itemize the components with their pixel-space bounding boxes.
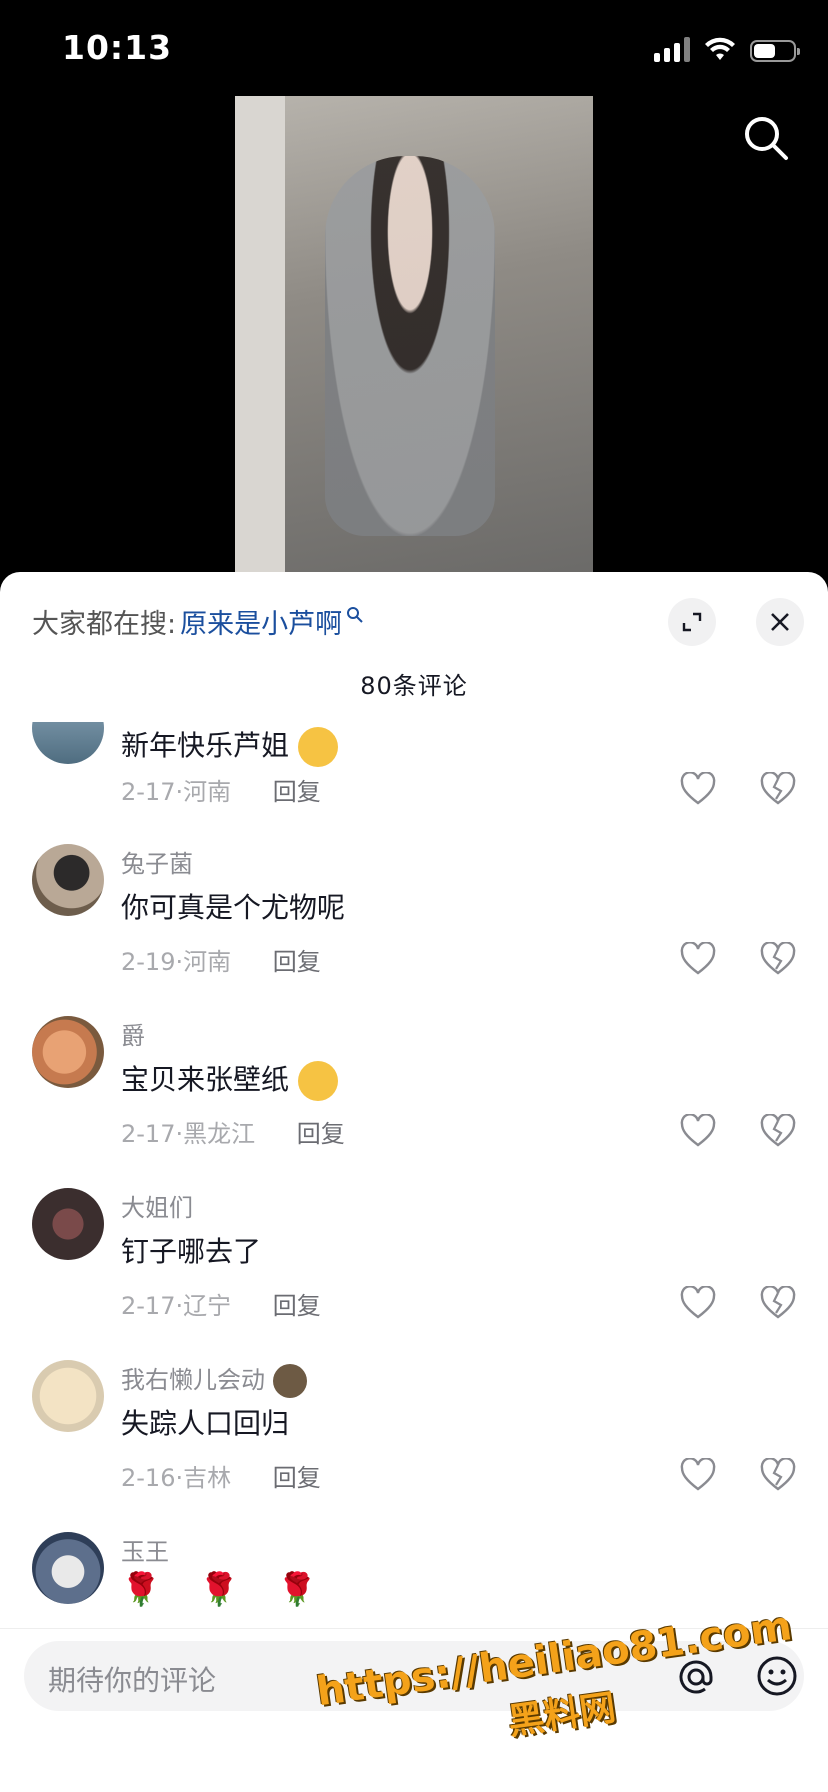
battery-level [754,44,775,58]
sloth-emoji-icon [272,1364,307,1398]
reply-button[interactable]: 回复 [273,1292,321,1320]
close-icon [771,613,789,631]
like-icon[interactable] [680,1286,716,1320]
comment-text: 你可真是个尤物呢 [121,891,346,924]
comment-location: 吉林 [183,1464,232,1492]
search-icon [347,606,363,623]
wifi-icon [705,37,735,60]
comment-item: 我右懒儿会动 失踪人口回归 2-16·吉林 回复 [0,1360,828,1520]
smiling-cat-emoji-icon [297,727,338,767]
avatar[interactable] [32,1360,104,1432]
comment-meta: 2-19·河南 回复 [121,948,321,976]
comment-count: 80条评论 [360,672,468,700]
reply-button[interactable]: 回复 [297,1120,345,1148]
avatar[interactable] [32,722,104,764]
avatar[interactable] [32,844,104,916]
comment-location: 河南 [183,948,232,976]
video-subject [325,156,495,536]
status-time: 10:13 [62,28,173,67]
video-player[interactable] [235,96,593,576]
search-suggestion: 大家都在搜: 原来是小芦啊 [32,602,364,641]
comment-username[interactable]: 玉王 [121,1532,169,1567]
avatar[interactable] [32,1188,104,1260]
status-bar: 10:13 [0,0,828,96]
comment-item: 玉王 🌹 🌹 🌹 [0,1532,828,1622]
suggestion-link[interactable]: 原来是小芦啊 [180,602,342,641]
dislike-icon[interactable] [760,1114,796,1148]
comment-meta: 2-17·河南 回复 [121,778,321,806]
reply-button[interactable]: 回复 [273,1464,321,1492]
comment-text: 宝贝来张壁纸 [121,1058,338,1101]
dislike-icon[interactable] [760,772,796,806]
avatar[interactable] [32,1016,104,1088]
status-icons [654,36,800,62]
comment-text: 新年快乐芦姐 [121,724,338,767]
comment-date: 2-17 [121,1120,176,1148]
comment-list[interactable]: 新年快乐芦姐 2-17·河南 回复 兔子菌 你可真是个尤物呢 2-19·河南 回… [0,722,828,1622]
comment-date: 2-16 [121,1464,176,1492]
like-icon[interactable] [680,772,716,806]
comment-meta: 2-16·吉林 回复 [121,1464,321,1492]
like-icon[interactable] [680,1114,716,1148]
dislike-icon[interactable] [760,1458,796,1492]
comment-date: 2-17 [121,1292,176,1320]
comment-username[interactable]: 大姐们 [121,1188,193,1223]
dislike-icon[interactable] [760,1286,796,1320]
comment-meta: 2-17·黑龙江 回复 [121,1120,345,1148]
close-button[interactable] [756,598,804,646]
like-icon[interactable] [680,1458,716,1492]
comment-text: 🌹 🌹 🌹 [121,1570,331,1608]
reply-button[interactable]: 回复 [273,948,321,976]
comment-item: 新年快乐芦姐 2-17·河南 回复 [0,722,828,852]
expand-icon [682,612,702,632]
heart-eyes-emoji-icon [297,1061,338,1101]
comment-meta: 2-17·辽宁 回复 [121,1292,321,1320]
comment-item: 爵 宝贝来张壁纸 2-17·黑龙江 回复 [0,1016,828,1176]
like-icon[interactable] [680,942,716,976]
cellular-signal-icon [654,36,690,62]
comment-item: 兔子菌 你可真是个尤物呢 2-19·河南 回复 [0,844,828,1004]
comment-location: 河南 [183,778,232,806]
comment-date: 2-19 [121,948,176,976]
search-icon[interactable] [740,112,792,164]
comment-username[interactable]: 兔子菌 [121,844,193,879]
expand-button[interactable] [668,598,716,646]
suggestion-label: 大家都在搜: [32,609,177,640]
battery-icon [750,40,800,62]
comment-date: 2-17 [121,778,176,806]
video-background [235,96,285,576]
comment-username[interactable]: 爵 [121,1016,145,1051]
reply-button[interactable]: 回复 [273,778,321,806]
comment-sheet: 大家都在搜: 原来是小芦啊 80条评论 新年快乐芦姐 2-17·河南 回复 兔子… [0,572,828,1792]
comment-text: 钉子哪去了 [121,1235,262,1268]
comment-location: 黑龙江 [183,1120,256,1148]
comment-item: 大姐们 钉子哪去了 2-17·辽宁 回复 [0,1188,828,1348]
dislike-icon[interactable] [760,942,796,976]
comment-text: 失踪人口回归 [121,1407,290,1440]
avatar[interactable] [32,1532,104,1604]
comment-username[interactable]: 我右懒儿会动 [121,1360,307,1398]
comment-input-placeholder: 期待你的评论 [48,1664,217,1697]
comment-location: 辽宁 [183,1292,232,1320]
